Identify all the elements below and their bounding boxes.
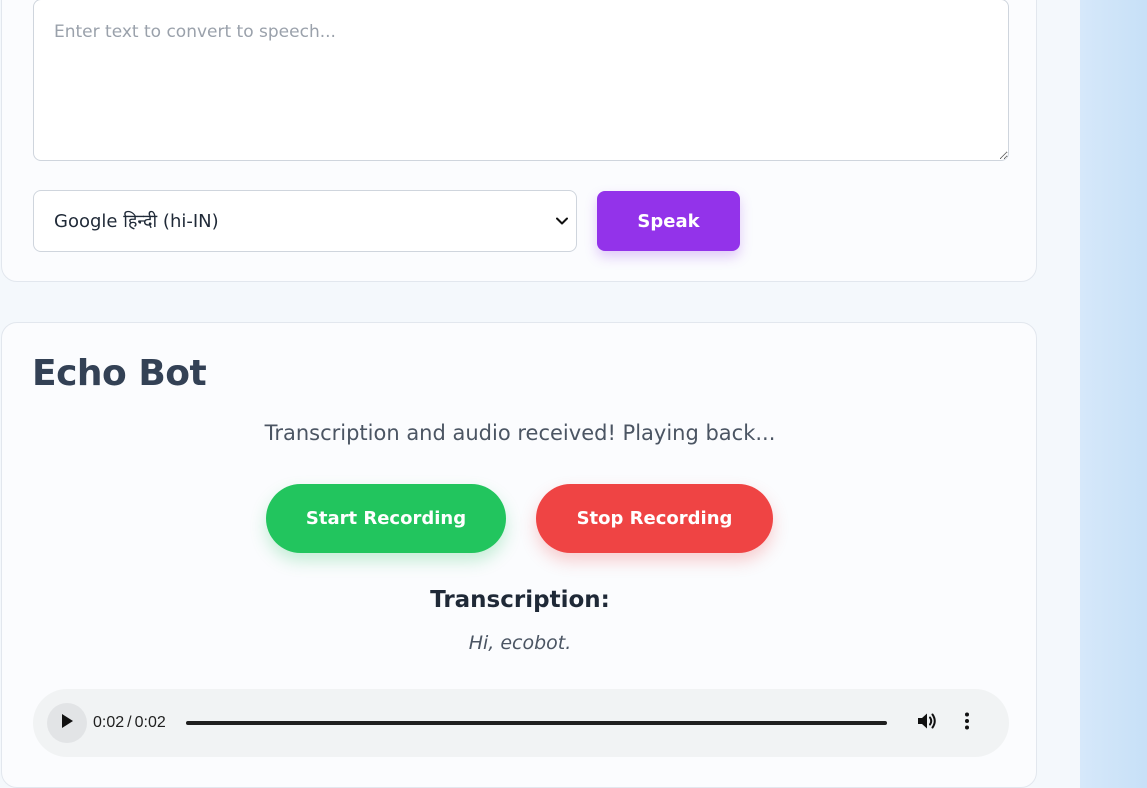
status-message: Transcription and audio received! Playin… bbox=[264, 421, 776, 445]
transcription-heading: Transcription: bbox=[430, 587, 610, 613]
stop-recording-button[interactable]: Stop Recording bbox=[536, 484, 773, 553]
tts-text-input[interactable] bbox=[33, 0, 1009, 161]
echo-bot-title: Echo Bot bbox=[32, 353, 207, 394]
text-to-speech-card: Google हिन्दी (hi-IN) Speak bbox=[1, 0, 1037, 282]
audio-current-time: 0:02 bbox=[93, 714, 125, 731]
audio-player: 0:02/0:02 bbox=[33, 689, 1009, 757]
voice-select-value: Google हिन्दी (hi-IN) bbox=[54, 211, 219, 232]
play-icon bbox=[60, 713, 74, 733]
chevron-down-icon bbox=[554, 213, 570, 229]
voice-select[interactable]: Google हिन्दी (hi-IN) bbox=[33, 190, 577, 252]
audio-time: 0:02/0:02 bbox=[93, 714, 166, 731]
more-options-button[interactable] bbox=[955, 711, 979, 735]
audio-progress-bar[interactable] bbox=[185, 721, 887, 725]
volume-button[interactable] bbox=[915, 711, 939, 735]
echo-bot-card: Echo Bot Transcription and audio receive… bbox=[1, 322, 1037, 788]
volume-icon bbox=[916, 711, 938, 735]
transcription-text: Hi, ecobot. bbox=[468, 632, 572, 654]
recording-controls: Start Recording Stop Recording bbox=[266, 484, 773, 553]
page-background-strip bbox=[1080, 0, 1147, 788]
audio-duration: 0:02 bbox=[134, 714, 166, 731]
start-recording-button[interactable]: Start Recording bbox=[266, 484, 506, 553]
more-vertical-icon bbox=[964, 711, 970, 735]
speak-button[interactable]: Speak bbox=[597, 191, 740, 251]
play-button[interactable] bbox=[47, 703, 87, 743]
